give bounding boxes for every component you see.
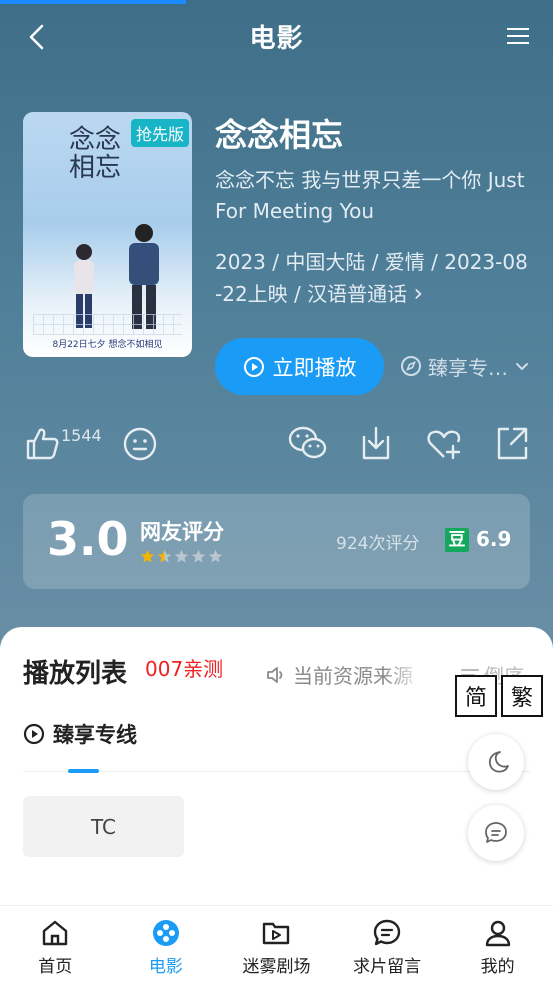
play-circle-icon [243,356,264,377]
rating-card[interactable]: 3.0 网友评分 924次评分 豆 6.9 [23,494,530,589]
source-fade [385,655,425,689]
tab-request-label: 求片留言 [353,957,422,977]
douban-badge: 豆 [445,528,469,552]
tab-home-label: 首页 [38,957,73,977]
tab-request[interactable]: 求片留言 [332,906,443,983]
tab-movie[interactable]: 电影 [111,906,222,983]
source-label: 臻享专… [428,355,508,380]
tab-mystery-theater[interactable]: 迷雾剧场 [221,906,332,983]
tab-mine[interactable]: 我的 [442,906,553,983]
poster-grid-pattern [33,314,182,335]
poster-footer: 8月22日七夕 想念不如相见 [52,340,163,350]
user-icon [485,920,510,947]
speaker-icon [267,666,283,683]
top-bar: 电影 [0,10,553,62]
movie-meta[interactable]: 2023 / 中国大陆 / 爱情 / 2023-08-22上映 / 汉语普通话 … [215,247,535,310]
download-icon[interactable] [358,424,394,462]
source-selector[interactable]: 臻享专… [400,350,530,382]
poster-title: 念念 相忘 [69,125,122,183]
playlist-title: 播放列表 [23,659,128,689]
movie-meta-text: 2023 / 中国大陆 / 爱情 / 2023-08-22上映 / 汉语普通话 [215,250,528,306]
home-icon [43,920,68,946]
favorite-add-icon[interactable] [426,424,462,462]
tab-movie-label: 电影 [148,957,183,977]
comment-face-icon[interactable] [122,424,158,462]
early-release-badge: 抢先版 [130,119,189,147]
feedback-button[interactable] [468,805,524,861]
simplified-chinese-button[interactable]: 简 [455,675,497,717]
menu-icon[interactable] [507,24,529,48]
dark-mode-button[interactable] [468,734,524,790]
play-now-label: 立即播放 [272,355,357,380]
film-reel-icon [152,920,179,946]
play-now-button[interactable]: 立即播放 [215,338,384,395]
movie-title: 念念相忘 [215,116,344,154]
user-score: 3.0 [47,512,129,566]
movie-subtitle: 念念不忘 我与世界只差一个你 Just For Meeting You [215,168,525,223]
bottom-tab-bar: 首页 电影 迷雾剧场 求片留言 我的 [0,905,553,983]
play-circle-icon [23,723,45,745]
compass-icon [401,356,421,376]
like-count: 1544 [61,426,102,445]
loading-progress-bar [0,0,186,4]
share-icon[interactable] [494,424,530,462]
thumbs-up-icon[interactable] [24,424,60,462]
star-rating [140,549,223,564]
tab-divider [23,771,530,772]
episode-button[interactable]: TC [23,796,184,857]
star-icon [174,549,189,563]
playlist-tag: 007亲测 [145,657,224,681]
star-icon [140,549,155,563]
tab-indicator [68,769,99,773]
movie-poster[interactable]: 念念 相忘 抢先版 8月22日七夕 想念不如相见 [23,112,192,357]
star-icon [157,549,172,563]
tab-home[interactable]: 首页 [0,906,111,983]
action-row: 1544 [0,424,553,470]
tab-mine-label: 我的 [480,957,515,977]
moon-icon [488,751,509,773]
chevron-right-icon: › [413,279,424,307]
tab-line-premium[interactable]: 臻享专线 [23,719,137,749]
page-title: 电影 [249,24,304,54]
user-rating-label: 网友评分 [140,520,224,544]
wechat-icon[interactable] [288,424,328,462]
message-icon [373,919,401,946]
folder-play-icon [263,922,290,945]
chevron-down-icon [516,363,528,371]
rating-count: 924次评分 [336,534,420,554]
douban-score: 6.9 [476,527,512,551]
line-label: 臻享专线 [53,723,137,747]
star-icon [208,549,223,563]
chat-bubble-icon [485,822,507,843]
tab-mystery-theater-label: 迷雾剧场 [242,957,311,977]
traditional-chinese-button[interactable]: 繁 [501,675,543,717]
star-icon [191,549,206,563]
